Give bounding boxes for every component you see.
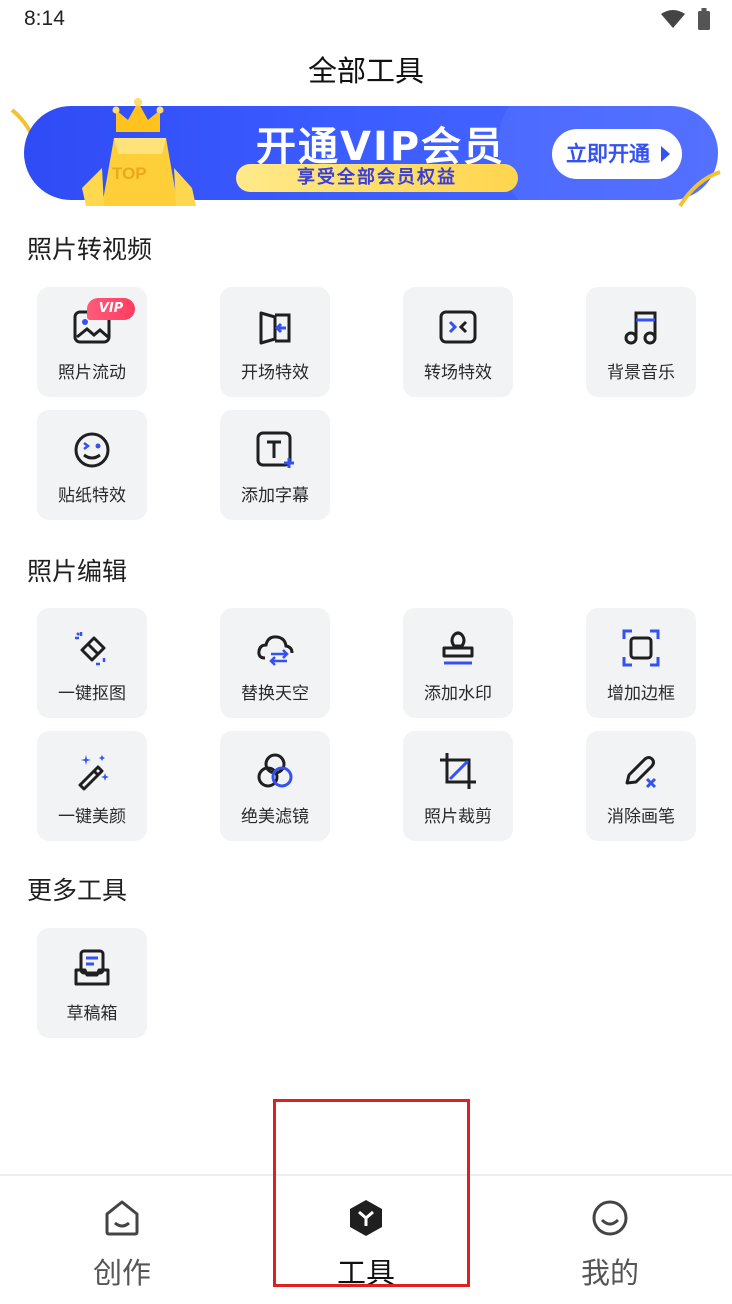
- banner-subline: 享受全部会员权益: [236, 164, 518, 192]
- highlight-box: [273, 1099, 470, 1287]
- open-vip-button[interactable]: 立即开通: [552, 129, 682, 179]
- tool-background-music[interactable]: 背景音乐: [586, 287, 696, 397]
- magic-wand-icon: [78, 755, 109, 791]
- page-title: 全部工具: [307, 54, 424, 88]
- open-vip-button-label: 立即开通: [566, 142, 650, 166]
- cutout-eraser-icon: [75, 632, 106, 666]
- section-title-photo-edit: 照片编辑: [27, 557, 128, 586]
- nav-label-create: 创作: [92, 1256, 151, 1290]
- tool-label: 照片流动: [58, 363, 126, 383]
- tool-label: 替换天空: [241, 684, 309, 704]
- tool-transition-effect[interactable]: 转场特效: [403, 287, 513, 397]
- tool-label: 转场特效: [424, 363, 492, 383]
- tool-sticker-effect[interactable]: 贴纸特效: [37, 410, 147, 520]
- music-note-icon: [624, 311, 657, 345]
- nav-label-mine: 我的: [580, 1256, 639, 1290]
- transition-effect-icon: [439, 310, 477, 344]
- tool-one-click-beauty[interactable]: 一键美颜: [37, 731, 147, 841]
- tool-label: 贴纸特效: [58, 486, 126, 506]
- nav-create[interactable]: 创作: [0, 1176, 244, 1304]
- tool-label: 一键美颜: [58, 807, 126, 827]
- tool-one-click-cutout[interactable]: 一键抠图: [37, 608, 147, 718]
- tool-label: 添加水印: [424, 684, 492, 704]
- tool-opening-effect[interactable]: 开场特效: [220, 287, 330, 397]
- tool-label: 绝美滤镜: [241, 807, 309, 827]
- crown-top-label: TOP: [112, 164, 147, 183]
- vip-banner[interactable]: TOP 开通VIP会员 享受全部会员权益 立即开通: [10, 98, 722, 214]
- status-time: 8:14: [24, 7, 65, 30]
- sticker-face-icon: [74, 432, 110, 468]
- wifi-icon: [661, 10, 685, 28]
- tool-erase-brush[interactable]: 消除画笔: [586, 731, 696, 841]
- status-icons: [660, 8, 710, 30]
- tool-label: 草稿箱: [66, 1004, 118, 1024]
- tool-label: 一键抠图: [58, 684, 126, 704]
- tool-drafts[interactable]: 草稿箱: [37, 928, 147, 1038]
- watermark-stamp-icon: [442, 631, 474, 665]
- crop-icon: [440, 753, 476, 789]
- vip-badge: VIP: [87, 298, 135, 320]
- battery-icon: [698, 8, 710, 30]
- add-text-icon: [256, 431, 294, 468]
- section-title-photo-to-video: 照片转视频: [27, 235, 153, 264]
- opening-effect-icon: [259, 311, 291, 345]
- crown-icon: [82, 98, 196, 206]
- chevron-right-icon: [661, 146, 670, 162]
- section-title-more-tools: 更多工具: [27, 876, 128, 905]
- sky-replace-icon: [257, 635, 294, 666]
- status-bar: 8:14: [0, 0, 732, 40]
- tool-photo-crop[interactable]: 照片裁剪: [403, 731, 513, 841]
- tool-label: 背景音乐: [607, 363, 675, 383]
- erase-brush-icon: [625, 756, 657, 789]
- drafts-box-icon: [74, 949, 110, 986]
- tool-label: 增加边框: [607, 684, 675, 704]
- tool-replace-sky[interactable]: 替换天空: [220, 608, 330, 718]
- tool-label: 消除画笔: [607, 807, 675, 827]
- nav-mine[interactable]: 我的: [488, 1176, 732, 1304]
- tool-filter[interactable]: 绝美滤镜: [220, 731, 330, 841]
- tool-label: 添加字幕: [241, 486, 309, 506]
- tool-label: 开场特效: [241, 363, 309, 383]
- tool-add-watermark[interactable]: 添加水印: [403, 608, 513, 718]
- create-home-icon: [105, 1200, 139, 1236]
- tool-add-subtitle[interactable]: 添加字幕: [220, 410, 330, 520]
- banner-ribbon-right: [678, 170, 721, 208]
- tool-add-border[interactable]: 增加边框: [586, 608, 696, 718]
- profile-smile-icon: [592, 1200, 628, 1236]
- frame-border-icon: [622, 629, 660, 667]
- tool-photo-flow[interactable]: VIP 照片流动: [37, 287, 147, 397]
- filter-circles-icon: [257, 753, 293, 788]
- tool-label: 照片裁剪: [424, 807, 492, 827]
